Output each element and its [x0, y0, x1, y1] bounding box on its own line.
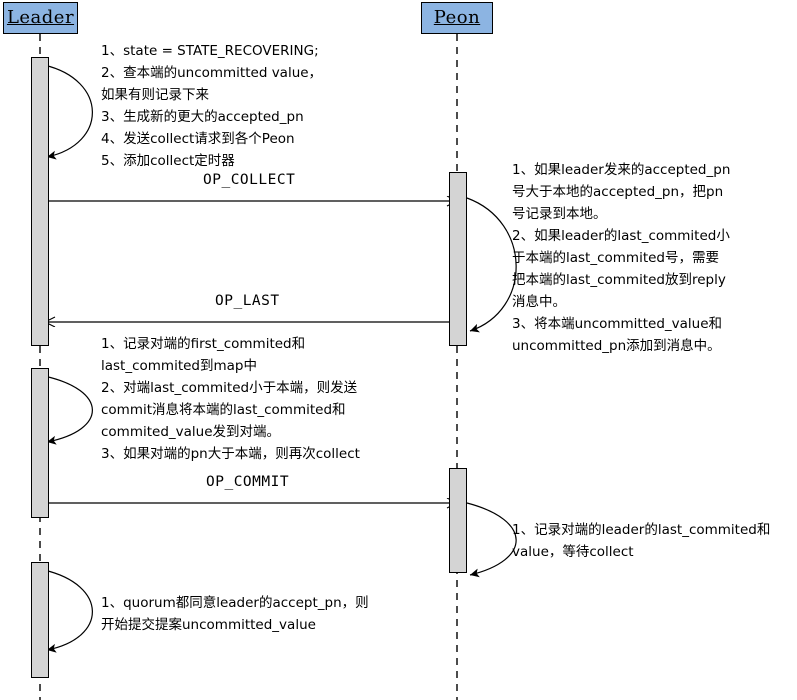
participant-leader[interactable]: Leader	[3, 2, 78, 34]
note-leader-2-line-2: last_commited到map中	[101, 358, 257, 374]
participant-peon-label: Peon	[433, 7, 481, 28]
activation-bar-peon-1[interactable]	[449, 172, 467, 346]
note-peon-2-line-2: value，等待collect	[512, 544, 634, 560]
note-leader-1: 1、state = STATE_RECOVERING; 2、查本端的uncomm…	[101, 40, 322, 172]
message-label-op-last: OP_LAST	[215, 293, 280, 309]
self-call-leader-3	[43, 569, 93, 653]
note-leader-3-line-2: 开始提交提案uncommitted_value	[101, 617, 316, 633]
note-leader-1-line-5: 4、发送collect请求到各个Peon	[101, 131, 295, 147]
message-label-op-commit: OP_COMMIT	[206, 474, 290, 490]
note-leader-2-line-4: commit消息将本端的last_commited和	[101, 402, 346, 418]
note-peon-1-line-2: 号大于本地的accepted_pn，把pn	[512, 184, 724, 200]
note-peon-1-line-1: 1、如果leader发来的accepted_pn	[512, 162, 731, 178]
note-peon-1-line-7: 消息中。	[512, 294, 566, 310]
self-call-peon-1	[466, 197, 517, 333]
self-call-leader-2	[43, 375, 93, 445]
note-peon-1-line-4: 2、如果leader的last_commited小	[512, 228, 730, 244]
message-label-op-collect: OP_COLLECT	[203, 172, 296, 188]
note-leader-1-line-6: 5、添加collect定时器	[101, 153, 235, 169]
note-leader-2-line-6: 3、如果对端的pn大于本端，则再次collect	[101, 446, 360, 462]
note-peon-1-line-9: uncommitted_pn添加到消息中。	[512, 338, 721, 354]
activation-bar-leader-2[interactable]	[31, 368, 49, 518]
self-call-peon-2	[466, 502, 517, 578]
participant-leader-label: Leader	[6, 7, 75, 28]
note-leader-3: 1、quorum都同意leader的accept_pn，则 开始提交提案unco…	[101, 592, 369, 636]
note-leader-2-line-3: 2、对端last_commited小于本端，则发送	[101, 380, 358, 396]
note-peon-1-line-3: 号记录到本地。	[512, 206, 607, 222]
note-peon-2-line-1: 1、记录对端的leader的last_commited和	[512, 522, 771, 538]
participant-peon[interactable]: Peon	[421, 2, 493, 34]
note-peon-1-line-6: 把本端的last_commited放到reply	[512, 272, 726, 288]
activation-bar-leader-3[interactable]	[31, 562, 49, 678]
note-peon-1: 1、如果leader发来的accepted_pn 号大于本地的accepted_…	[512, 159, 730, 357]
note-leader-1-line-1: 1、state = STATE_RECOVERING;	[101, 43, 319, 59]
note-peon-1-line-8: 3、将本端uncommitted_value和	[512, 316, 723, 332]
sequence-diagram-canvas: Leader Peon 1、state = STATE_RECOVERING; …	[0, 0, 797, 700]
note-peon-2: 1、记录对端的leader的last_commited和 value，等待col…	[512, 519, 770, 563]
note-leader-3-line-1: 1、quorum都同意leader的accept_pn，则	[101, 595, 369, 611]
activation-bar-peon-2[interactable]	[449, 468, 467, 573]
note-leader-1-line-3: 如果有则记录下来	[101, 87, 209, 103]
note-leader-1-line-2: 2、查本端的uncommitted value，	[101, 65, 323, 81]
note-peon-1-line-5: 于本端的last_commited号，需要	[512, 250, 720, 266]
activation-bar-leader-1[interactable]	[31, 57, 49, 346]
note-leader-2-line-1: 1、记录对端的first_commited和	[101, 336, 306, 352]
note-leader-2: 1、记录对端的first_commited和 last_commited到map…	[101, 333, 360, 465]
note-leader-2-line-5: commited_value发到对端。	[101, 424, 281, 440]
note-leader-1-line-4: 3、生成新的更大的accepted_pn	[101, 109, 304, 125]
self-call-leader-1	[43, 64, 93, 160]
